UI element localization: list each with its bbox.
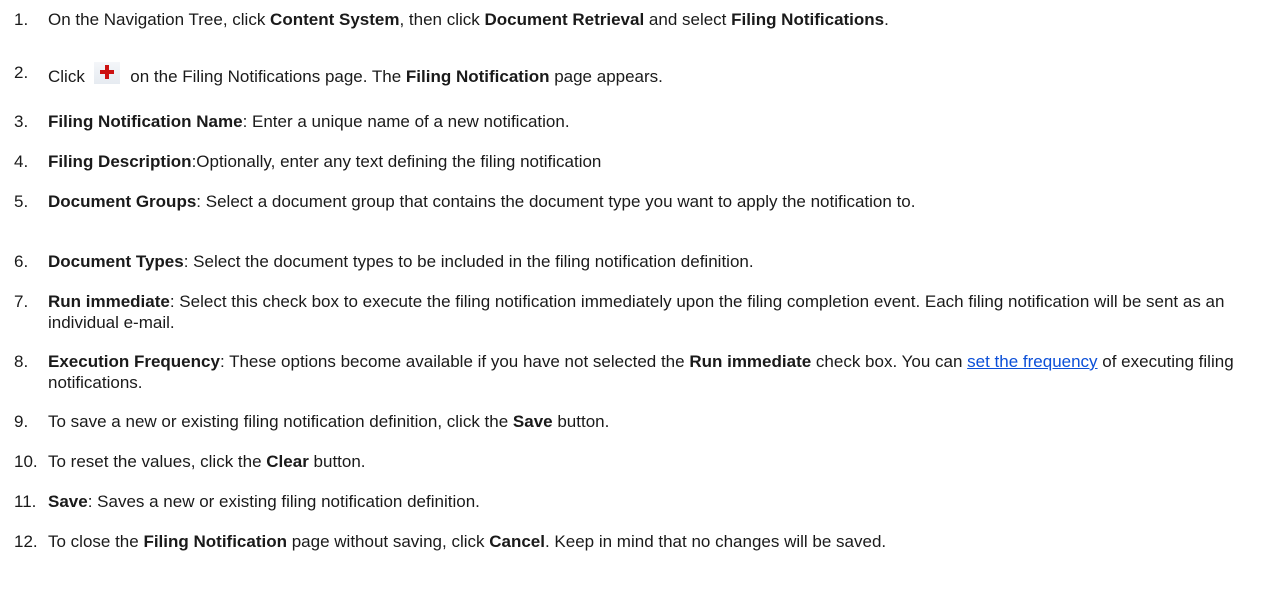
step-text: To save a new or existing filing notific… bbox=[48, 411, 1262, 432]
bold-term: Filing Description bbox=[48, 152, 192, 171]
bold-term: Filing Notifications bbox=[731, 10, 885, 29]
step-text-run: on the Filing Notifications page. The bbox=[125, 67, 406, 86]
step-8: 8. Execution Frequency: These options be… bbox=[0, 351, 1262, 393]
step-text-run: Click bbox=[48, 67, 90, 86]
step-text: To reset the values, click the Clear but… bbox=[48, 451, 1262, 472]
step-text: To close the Filing Notification page wi… bbox=[48, 531, 1262, 552]
step-text-run: : Enter a unique name of a new notificat… bbox=[242, 112, 570, 131]
bold-term: Document Retrieval bbox=[484, 10, 645, 29]
step-text-run: page appears. bbox=[549, 67, 663, 86]
bold-term: Save bbox=[512, 412, 553, 431]
step-number: 2. bbox=[14, 63, 29, 82]
step-text: Save: Saves a new or existing filing not… bbox=[48, 491, 1262, 512]
bold-term: Filing Notification bbox=[143, 532, 287, 551]
step-text-run: :Optionally, enter any text defining the… bbox=[191, 152, 602, 171]
step-text-run: : Select a document group that contains … bbox=[196, 192, 916, 211]
step-text-run: . bbox=[884, 10, 889, 29]
step-7: 7. Run immediate: Select this check box … bbox=[0, 291, 1262, 333]
step-12: 12. To close the Filing Notification pag… bbox=[0, 531, 1262, 552]
step-2: 2. Click on the Filing Notifications pag… bbox=[0, 62, 1262, 87]
instruction-steps: 1. On the Navigation Tree, click Content… bbox=[0, 0, 1270, 609]
bold-term: Execution Frequency bbox=[48, 352, 220, 371]
step-text: Document Groups: Select a document group… bbox=[48, 191, 1262, 212]
step-9: 9. To save a new or existing filing noti… bbox=[0, 411, 1262, 432]
step-4: 4. Filing Description:Optionally, enter … bbox=[0, 151, 1262, 172]
step-text-run: To close the bbox=[48, 532, 144, 551]
step-text-run: button. bbox=[552, 412, 610, 431]
bold-term: Content System bbox=[270, 10, 400, 29]
bold-term: Document Groups bbox=[48, 192, 197, 211]
step-text-run: To save a new or existing filing notific… bbox=[48, 412, 513, 431]
step-number: 9. bbox=[14, 412, 29, 431]
step-text-run: page without saving, click bbox=[287, 532, 490, 551]
step-number: 7. bbox=[14, 292, 29, 311]
step-number: 12. bbox=[14, 532, 38, 551]
step-text-run: check box. You can bbox=[811, 352, 968, 371]
step-text: Filing Notification Name: Enter a unique… bbox=[48, 111, 1262, 132]
step-text: Filing Description:Optionally, enter any… bbox=[48, 151, 1262, 172]
bold-term: Document Types bbox=[48, 252, 184, 271]
step-11: 11. Save: Saves a new or existing filing… bbox=[0, 491, 1262, 512]
bold-term: Run immediate bbox=[48, 292, 170, 311]
step-text-run: : Saves a new or existing filing notific… bbox=[87, 492, 480, 511]
step-text-run: To reset the values, click the bbox=[48, 452, 267, 471]
step-number: 11. bbox=[14, 492, 37, 511]
step-text: Click on the Filing Notifications page. … bbox=[48, 62, 1262, 87]
step-text-run: , then click bbox=[399, 10, 485, 29]
step-6: 6. Document Types: Select the document t… bbox=[0, 251, 1262, 272]
step-10: 10. To reset the values, click the Clear… bbox=[0, 451, 1262, 472]
step-3: 3. Filing Notification Name: Enter a uni… bbox=[0, 111, 1262, 132]
step-number: 1. bbox=[14, 10, 29, 29]
step-1: 1. On the Navigation Tree, click Content… bbox=[0, 9, 1262, 30]
bold-term: Filing Notification bbox=[405, 67, 550, 86]
step-text-run: : Select this check box to execute the f… bbox=[48, 292, 1225, 332]
step-text: On the Navigation Tree, click Content Sy… bbox=[48, 9, 1262, 30]
bold-term: Cancel bbox=[489, 532, 545, 551]
step-number: 4. bbox=[14, 152, 29, 171]
bold-term: Filing Notification Name bbox=[48, 112, 243, 131]
step-text-run: . Keep in mind that no changes will be s… bbox=[544, 532, 887, 551]
step-text-run: : Select the document types to be includ… bbox=[183, 252, 754, 271]
step-text-run: and select bbox=[644, 10, 732, 29]
step-number: 6. bbox=[14, 252, 29, 271]
step-5: 5. Document Groups: Select a document gr… bbox=[0, 191, 1262, 212]
step-text-run: On the Navigation Tree, click bbox=[48, 10, 271, 29]
plus-icon bbox=[93, 62, 120, 84]
frequency-link[interactable]: set the frequency bbox=[967, 352, 1097, 371]
step-number: 5. bbox=[14, 192, 29, 211]
step-text: Execution Frequency: These options becom… bbox=[48, 351, 1262, 393]
step-text: Document Types: Select the document type… bbox=[48, 251, 1262, 272]
bold-term: Clear bbox=[266, 452, 309, 471]
bold-term: Run immediate bbox=[689, 352, 812, 371]
step-number: 10. bbox=[14, 452, 38, 471]
step-text-run: : These options become available if you … bbox=[219, 352, 690, 371]
step-number: 3. bbox=[14, 112, 29, 131]
step-text: Run immediate: Select this check box to … bbox=[48, 291, 1262, 333]
bold-term: Save bbox=[48, 492, 88, 511]
step-text-run: button. bbox=[308, 452, 366, 471]
step-number: 8. bbox=[14, 352, 29, 371]
